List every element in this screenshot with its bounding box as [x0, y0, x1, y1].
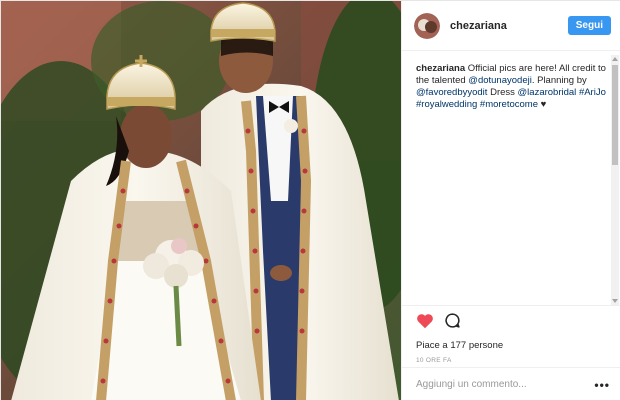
more-options-icon[interactable]: ••• [594, 378, 610, 392]
mention-link[interactable]: @dotunayodeji [468, 75, 532, 86]
caption: chezariana Official pics are here! All c… [402, 53, 610, 305]
follow-button[interactable]: Segui [567, 16, 611, 35]
post-header: chezariana Segui [402, 1, 620, 51]
scroll-down-arrow[interactable] [612, 299, 618, 303]
comment-icon[interactable] [444, 312, 461, 334]
caption-username[interactable]: chezariana [416, 63, 465, 74]
post-timestamp[interactable]: 10 ORE FA [416, 357, 610, 364]
mention-link[interactable]: @favoredbyyodit [416, 87, 487, 98]
avatar[interactable] [414, 12, 440, 39]
mention-link[interactable]: @lazarobridal [518, 87, 577, 98]
comment-input[interactable] [416, 379, 595, 390]
hashtag-link[interactable]: #royalwedding [416, 99, 477, 110]
caption-text: . Planning by [531, 75, 587, 86]
heart-icon[interactable] [416, 313, 434, 334]
caption-text: Dress [487, 87, 518, 98]
hashtag-link[interactable]: #moretocome [480, 99, 538, 110]
username-link[interactable]: chezariana [450, 20, 568, 32]
caption-scrollbar[interactable] [611, 55, 619, 305]
comment-bar: ••• [402, 367, 620, 400]
hashtag-link[interactable]: #AriJo [579, 87, 606, 98]
likes-count[interactable]: Piace a 177 persone [416, 340, 610, 351]
scroll-up-arrow[interactable] [612, 57, 618, 61]
post-window: chezariana Segui chezariana Official pic… [0, 0, 620, 400]
avatar-image [414, 12, 440, 39]
post-photo[interactable] [1, 1, 401, 400]
wedding-photo-illustration [1, 1, 401, 400]
post-actions: Piace a 177 persone 10 ORE FA [402, 305, 620, 364]
post-sidebar: chezariana Segui chezariana Official pic… [401, 1, 620, 400]
scroll-thumb[interactable] [612, 65, 618, 165]
caption-text: ♥ [538, 99, 547, 110]
